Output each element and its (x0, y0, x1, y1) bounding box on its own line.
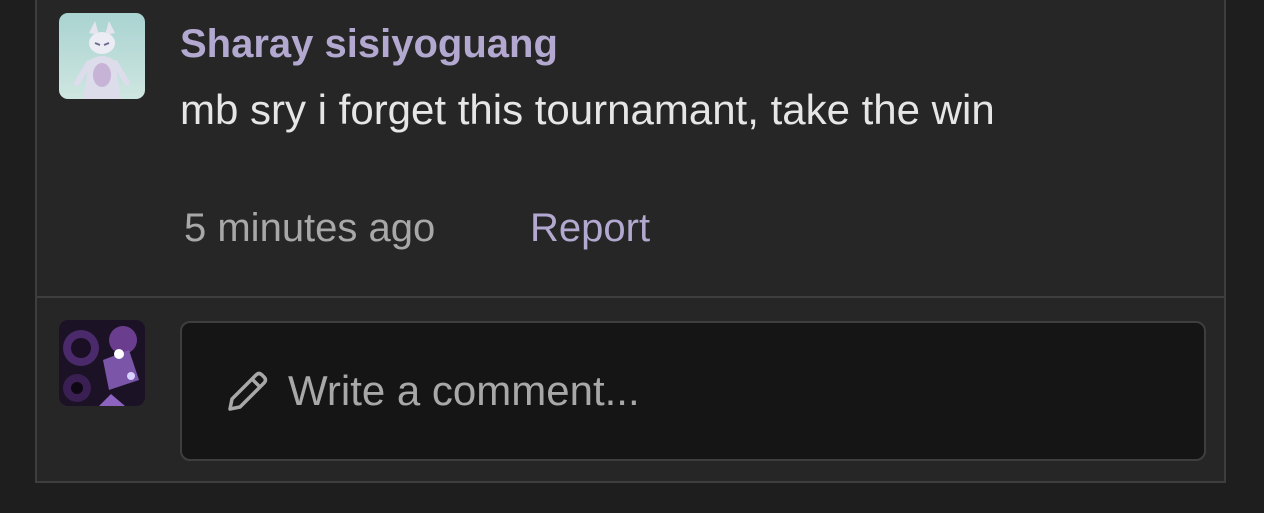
author-avatar[interactable] (59, 13, 145, 99)
comment-timestamp: 5 minutes ago (184, 206, 436, 250)
report-link[interactable]: Report (530, 206, 650, 251)
current-user-avatar-image (59, 320, 145, 406)
comment-item: Sharay sisiyoguang mb sry i forget this … (37, 0, 1224, 298)
comment-composer[interactable] (180, 321, 1206, 461)
author-avatar-image (59, 13, 145, 99)
comments-panel: Sharay sisiyoguang mb sry i forget this … (35, 0, 1226, 483)
pencil-icon (228, 371, 268, 411)
current-user-avatar[interactable] (59, 320, 145, 406)
comment-text: mb sry i forget this tournamant, take th… (180, 86, 995, 133)
comment-input[interactable] (288, 323, 1188, 459)
author-name[interactable]: Sharay sisiyoguang (180, 22, 558, 67)
